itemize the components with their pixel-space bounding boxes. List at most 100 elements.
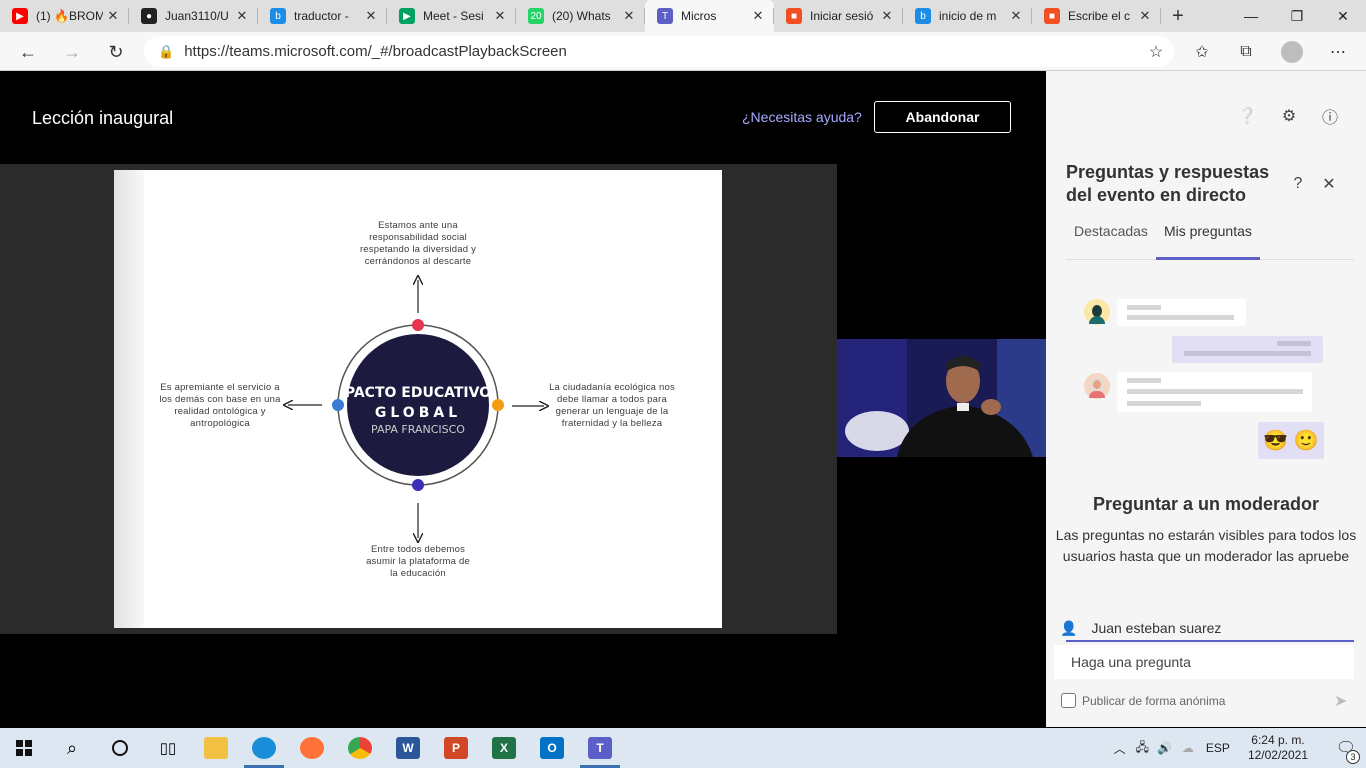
chrome-icon[interactable] <box>336 728 384 768</box>
forward-icon[interactable]: → <box>56 36 88 68</box>
bing-icon: b <box>270 8 286 24</box>
outlook-icon[interactable]: O <box>528 728 576 768</box>
profile-avatar[interactable] <box>1276 36 1308 68</box>
url-text: https://teams.microsoft.com/_#/broadcast… <box>184 43 567 60</box>
add-favorite-icon[interactable]: ☆ <box>1140 36 1172 68</box>
leave-button[interactable]: Abandonar <box>874 101 1011 133</box>
onedrive-icon[interactable]: ☁ <box>1182 741 1194 755</box>
panel-title: Preguntas y respuestas del evento en dir… <box>1066 162 1270 205</box>
person-avatar <box>1084 373 1110 399</box>
notification-count: 3 <box>1346 750 1360 764</box>
right-dot <box>492 399 504 411</box>
browser-tab-title: Meet - Sesi <box>423 9 484 23</box>
browser-tab[interactable]: ● Juan3110/U ✕ <box>129 0 258 32</box>
anonymous-option[interactable]: Publicar de forma anónima <box>1061 693 1225 708</box>
notifications-icon[interactable]: 🗨 3 <box>1326 738 1366 764</box>
slide-left-text: Es apremiante el servicio a los demás con… <box>159 382 281 429</box>
emoji-card: 😎 🙂 <box>1258 422 1324 459</box>
tab-mis-preguntas[interactable]: Mis preguntas <box>1155 221 1260 260</box>
cortana-icon[interactable] <box>96 728 144 768</box>
tab-close-icon[interactable]: ✕ <box>619 8 639 24</box>
browser-tab[interactable]: T Micros ✕ <box>645 0 774 32</box>
more-icon[interactable]: ⋯ <box>1322 36 1354 68</box>
ask-title: Preguntar a un moderador <box>1092 494 1320 514</box>
video-stage: PACTO EDUCATIVO GLOBAL PAPA FRANCISCO Es… <box>0 164 837 634</box>
browser-tab-title: Escribe el c <box>1068 9 1131 23</box>
browser-tab[interactable]: ▶ Meet - Sesi ✕ <box>387 0 516 32</box>
send-icon[interactable]: ➤ <box>1334 691 1347 711</box>
chevron-up-icon[interactable]: ︿ <box>1114 740 1126 757</box>
meet-icon: ▶ <box>399 8 415 24</box>
favorites-icon[interactable]: ✩ <box>1186 36 1218 68</box>
microsoft-icon: ■ <box>1044 8 1060 24</box>
question-input[interactable]: Haga una pregunta <box>1054 645 1354 679</box>
youtube-icon: ▶ <box>12 8 28 24</box>
person-avatar <box>1084 299 1110 325</box>
browser-tab[interactable]: ▶ (1) 🔥BROM ✕ <box>0 0 129 32</box>
new-tab-button[interactable]: + <box>1161 0 1195 32</box>
url-field[interactable]: 🔒 https://teams.microsoft.com/_#/broadca… <box>144 36 1174 67</box>
browser-tab[interactable]: b inicio de m ✕ <box>903 0 1032 32</box>
speaker-image <box>837 339 1046 457</box>
teams-icon: T <box>657 8 673 24</box>
microsoft-icon: ■ <box>786 8 802 24</box>
task-view-icon[interactable]: ▯▯ <box>144 728 192 768</box>
browser-tab[interactable]: ■ Iniciar sesió ✕ <box>774 0 903 32</box>
left-dot <box>332 399 344 411</box>
network-icon[interactable]: 🖧 <box>1136 738 1149 759</box>
qa-icon[interactable]: ❔ <box>1236 105 1258 127</box>
help-link[interactable]: ¿Necesitas ayuda? <box>742 109 862 125</box>
broadcast-area: Lección inaugural ¿Necesitas ayuda? Aban… <box>0 71 1046 727</box>
taskbar: ⌕ ▯▯ W P X O T ︿ 🖧 🔊 ☁ ESP 6:24 p. m. 12… <box>0 728 1366 768</box>
firefox-icon[interactable] <box>288 728 336 768</box>
browser-tab[interactable]: ■ Escribe el c ✕ <box>1032 0 1161 32</box>
clock[interactable]: 6:24 p. m. 12/02/2021 <box>1248 733 1308 763</box>
excel-icon[interactable]: X <box>480 728 528 768</box>
github-icon: ● <box>141 8 157 24</box>
back-icon[interactable]: ← <box>12 36 44 68</box>
tab-destacadas[interactable]: Destacadas <box>1066 221 1156 260</box>
bottom-dot <box>412 479 424 491</box>
settings-icon[interactable]: ⚙ <box>1278 105 1300 127</box>
file-explorer-icon[interactable] <box>192 728 240 768</box>
anonymous-checkbox[interactable] <box>1061 693 1076 708</box>
close-window-icon[interactable]: ✕ <box>1320 0 1366 32</box>
tab-close-icon[interactable]: ✕ <box>1006 8 1026 24</box>
edge-icon[interactable] <box>240 728 288 768</box>
teams-icon[interactable]: T <box>576 728 624 768</box>
collections-icon[interactable]: ⧉ <box>1230 36 1262 68</box>
tab-close-icon[interactable]: ✕ <box>748 8 768 24</box>
tab-close-icon[interactable]: ✕ <box>103 8 123 24</box>
info-icon[interactable]: ⓘ <box>1319 105 1341 127</box>
browser-tab[interactable]: b traductor - ✕ <box>258 0 387 32</box>
whatsapp-icon: 20 <box>528 8 544 24</box>
powerpoint-icon[interactable]: P <box>432 728 480 768</box>
browser-tab-title: Iniciar sesió <box>810 9 874 23</box>
slide-title-line3: PAPA FRANCISCO <box>371 423 465 436</box>
help-icon[interactable]: ? <box>1287 173 1309 195</box>
maximize-icon[interactable]: ❐ <box>1274 0 1320 32</box>
tab-close-icon[interactable]: ✕ <box>361 8 381 24</box>
search-icon[interactable]: ⌕ <box>48 728 96 768</box>
close-icon[interactable]: ✕ <box>1318 173 1340 195</box>
tab-close-icon[interactable]: ✕ <box>1135 8 1155 24</box>
qa-panel: ❔ ⚙ ⓘ Preguntas y respuestas del evento … <box>1046 71 1366 727</box>
tab-close-icon[interactable]: ✕ <box>877 8 897 24</box>
minimize-icon[interactable]: — <box>1228 0 1274 32</box>
slide-title-line2: GLOBAL <box>375 405 461 421</box>
slide-right-text: La ciudadanía ecológica nos debe llamar a… <box>549 382 675 429</box>
volume-icon[interactable]: 🔊 <box>1157 741 1172 755</box>
language-indicator[interactable]: ESP <box>1206 741 1230 755</box>
qa-tabs: Destacadas Mis preguntas <box>1066 221 1354 260</box>
browser-tab-title: inicio de m <box>939 9 997 23</box>
browser-tab-strip: ▶ (1) 🔥BROM ✕ ● Juan3110/U ✕ b traductor - ✕ ▶ Mee… <box>0 0 1366 32</box>
tab-close-icon[interactable]: ✕ <box>232 8 252 24</box>
word-icon[interactable]: W <box>384 728 432 768</box>
tab-close-icon[interactable]: ✕ <box>490 8 510 24</box>
browser-tab-title: Micros <box>681 9 717 23</box>
browser-tab[interactable]: 20 (20) Whats ✕ <box>516 0 645 32</box>
browser-tab-title: Juan3110/U <box>165 9 229 23</box>
start-icon[interactable] <box>0 728 48 768</box>
system-tray: ︿ 🖧 🔊 ☁ ESP 6:24 p. m. 12/02/2021 🗨 3 <box>1114 728 1366 768</box>
refresh-icon[interactable]: ↻ <box>100 36 132 68</box>
